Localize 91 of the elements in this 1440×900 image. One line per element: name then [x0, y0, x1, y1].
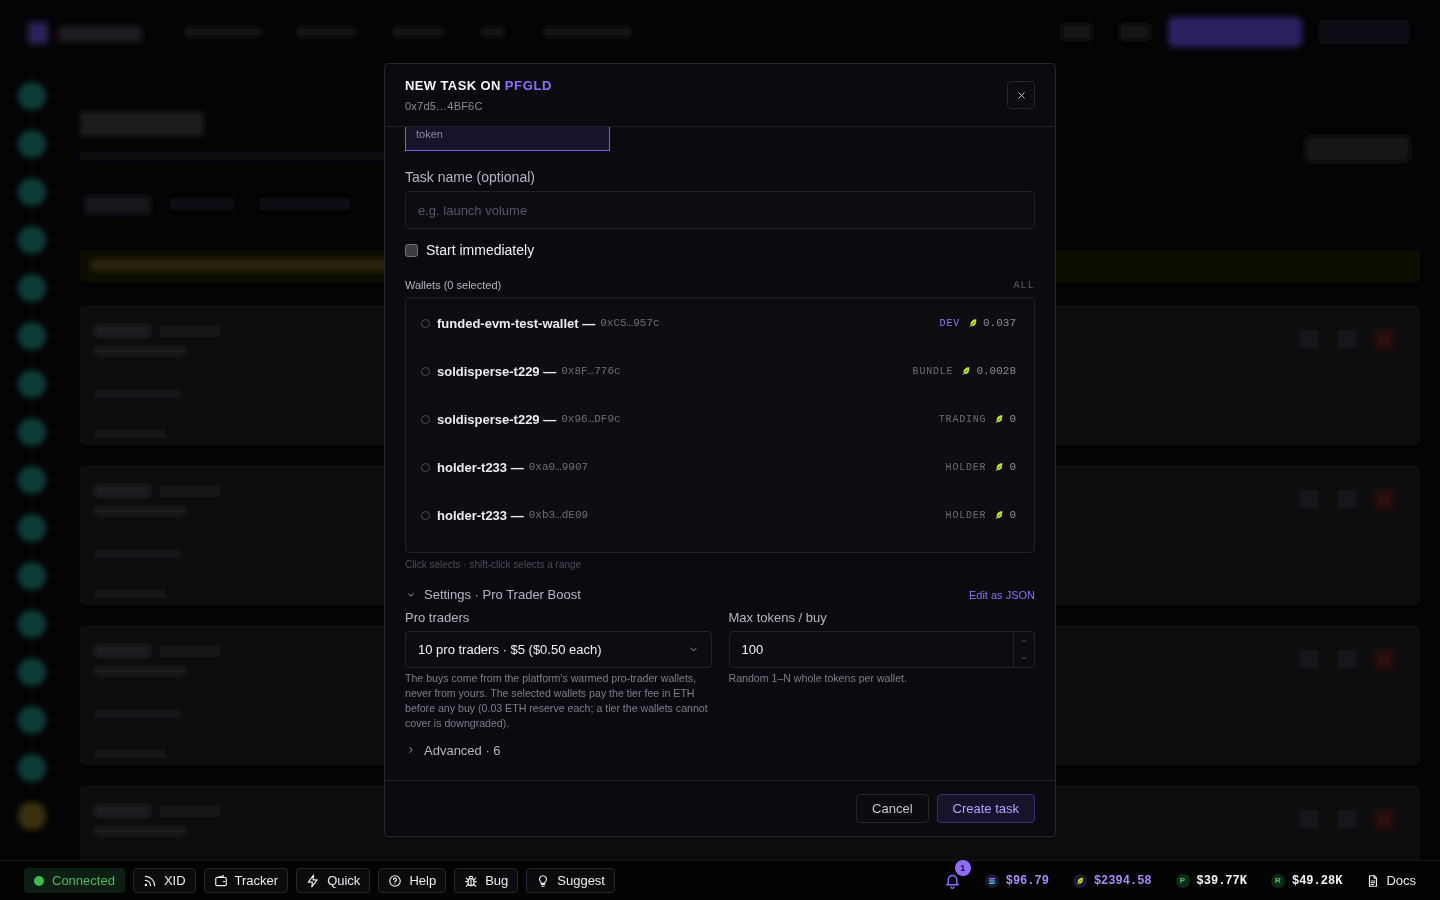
leaf-icon	[968, 318, 978, 328]
help-button[interactable]: Help	[378, 868, 447, 893]
settings-toggle[interactable]: Settings · Pro Trader Boost	[405, 587, 581, 602]
blurred-sidebar-avatar[interactable]	[18, 514, 46, 542]
start-immediately-checkbox[interactable]	[405, 243, 418, 257]
number-field[interactable]: 100	[728, 631, 1035, 668]
wallets-label: Wallets (0 selected)	[405, 279, 502, 291]
blurred-sidebar-avatar[interactable]	[18, 658, 46, 686]
ticker-price: $39.77K	[1196, 873, 1247, 888]
blurred-sidebar-avatar[interactable]	[18, 370, 46, 398]
suggest-button[interactable]: Suggest	[526, 868, 615, 893]
field-label: Max tokens / buy	[728, 610, 828, 626]
start-immediately-label: Start immediately	[426, 242, 535, 258]
task-name-field[interactable]: e.g. launch volume	[405, 191, 1035, 229]
wallet-icon	[213, 873, 228, 888]
field-help-text: The buys come from the platform's warmed pro-trader wallets, never from yours. The selected wallets pay the tier fee in ETH before any buy (0.03 ETH reserve each; a tier the wallets cannot cover is downgraded).	[405, 671, 709, 731]
token-initial: P	[1175, 873, 1190, 888]
wallet-balance: 0	[1009, 461, 1016, 473]
ticker-price: $96.79	[1005, 873, 1049, 888]
blurred-sidebar-avatar[interactable]	[18, 226, 46, 254]
wallet-name: holder-t233 —	[437, 459, 524, 475]
bell-icon	[943, 872, 961, 889]
wallet-name: soldisperse-t229 —	[437, 411, 557, 427]
dialog-title: NEW TASK ON	[405, 77, 501, 94]
leaf-icon	[994, 510, 1005, 520]
wallet-address: 0x96…DF9c	[561, 413, 621, 425]
striped-coin-icon	[984, 873, 999, 888]
leaf-icon	[994, 462, 1005, 472]
bug-icon	[464, 873, 479, 888]
blurred-sidebar-avatar[interactable]	[18, 274, 46, 302]
bug-report-button[interactable]: Bug	[454, 868, 519, 893]
blurred-sidebar-avatar[interactable]	[18, 754, 46, 782]
token-option-card[interactable]: token	[405, 127, 610, 151]
blurred-sidebar-avatar[interactable]	[18, 130, 46, 158]
ticker-price: $49.28K	[1291, 873, 1343, 888]
blurred-sidebar-avatar[interactable]	[18, 706, 46, 734]
blurred-sidebar-avatar[interactable]	[18, 82, 46, 110]
notification-count: 1	[954, 860, 971, 876]
quick-button[interactable]: Quick	[296, 868, 371, 893]
wallet-address: 0x8F…776c	[561, 365, 621, 377]
question-circle-icon	[388, 873, 403, 888]
notifications-button[interactable]	[943, 872, 961, 889]
blurred-sidebar-avatar[interactable]	[18, 466, 46, 494]
blurred-sidebar-avatar[interactable]	[18, 610, 46, 638]
field-label: Pro traders	[405, 610, 471, 626]
wallet-role-tag: DEV	[939, 317, 960, 329]
wallet-balance: 0	[1009, 413, 1016, 425]
blurred-sidebar-avatar[interactable]	[18, 562, 46, 590]
token-initial: R	[1270, 873, 1285, 888]
edit-as-json-link[interactable]: Edit as JSON	[968, 589, 1035, 601]
close-button[interactable]	[1007, 81, 1035, 109]
wallet-role-tag: HOLDER	[945, 461, 987, 473]
blurred-sidebar-avatar[interactable]	[18, 418, 46, 446]
close-icon	[1015, 89, 1027, 101]
wallet-name: funded-evm-test-wallet —	[437, 315, 596, 331]
blurred-sidebar-avatar[interactable]	[18, 178, 46, 206]
dropdown-select[interactable]: 10 pro traders · $5 ($0.50 each)	[405, 631, 712, 668]
token-address: 0x7d5…4BF6C	[405, 98, 484, 113]
wallet-role-tag: BUNDLE	[912, 365, 954, 377]
blurred-sidebar-avatar[interactable]	[18, 322, 46, 350]
wallet-balance: 0.0028	[976, 365, 1016, 377]
wallet-address: 0xa0…9907	[528, 461, 589, 473]
wallet-address: 0xC5…957c	[600, 317, 660, 329]
create-task-button[interactable]: Create task	[936, 794, 1035, 823]
connection-label: Connected	[52, 873, 115, 888]
token-symbol: PFGLD	[504, 77, 553, 94]
blurred-tab[interactable]	[85, 196, 151, 214]
docs-link[interactable]: Docs	[1366, 873, 1416, 888]
advanced-toggle[interactable]: Advanced · 6	[405, 742, 501, 758]
field-help-text: Random 1–N whole tokens per wallet.	[728, 671, 908, 686]
blurred-sidebar-avatar[interactable]	[18, 802, 46, 830]
lightning-bolt-icon	[306, 873, 321, 888]
tracker-button[interactable]: Tracker	[203, 868, 289, 893]
leaf-icon	[994, 414, 1005, 424]
leaf-coin-icon	[1072, 873, 1087, 888]
wallet-role-tag: TRADING	[938, 413, 987, 425]
rss-icon	[142, 873, 157, 888]
wallet-balance: 0	[1009, 509, 1016, 521]
wallet-name: holder-t233 —	[437, 507, 524, 523]
wallet-role-tag: HOLDER	[945, 509, 987, 521]
xid-button[interactable]: XID	[132, 868, 196, 893]
wallet-name: soldisperse-t229 —	[437, 363, 557, 379]
leaf-icon	[961, 366, 972, 376]
blurred-header-button[interactable]	[1168, 17, 1302, 47]
selection-hint: Click selects · shift-click selects a range	[405, 558, 583, 571]
wallet-address: 0xb3…dE09	[528, 509, 589, 521]
task-name-label: Task name (optional)	[405, 168, 536, 186]
cancel-button[interactable]: Cancel	[856, 794, 929, 823]
wallet-balance: 0.037	[983, 317, 1016, 329]
blurred-logo	[28, 22, 48, 44]
ticker-price: $2394.58	[1093, 873, 1152, 888]
